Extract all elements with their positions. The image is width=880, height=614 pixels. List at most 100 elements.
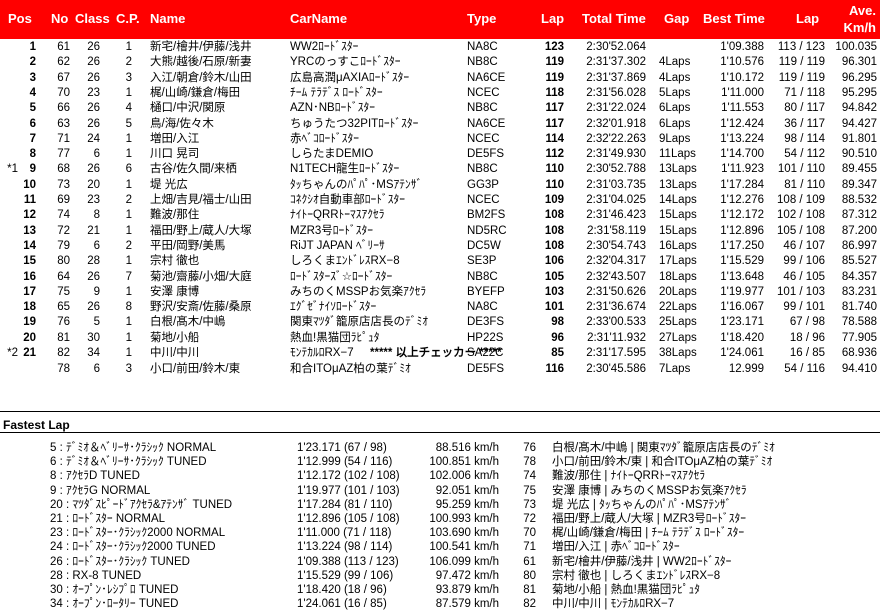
table-row: 4 70 23 1 梶/山崎/鎌倉/梅田 ﾁｰﾑ ﾃﾗﾃﾞｽ ﾛｰﾄﾞｽﾀｰ NCEC 118… [0, 86, 880, 101]
fastest-time: 1'11.000 (71 / 118) [297, 527, 392, 540]
cell-ave: 87.200 [841, 224, 877, 237]
cell-name: 古谷/佐久間/来栖 [150, 163, 237, 176]
fastest-cls: 26 : ﾛｰﾄﾞｽﾀｰ･ｸﾗｼｯｸ TUNED [50, 555, 190, 568]
cell-ave: 94.427 [841, 117, 877, 130]
cell-bl: 36 / 117 [784, 117, 825, 130]
cell-lap: 110 [545, 178, 564, 191]
cell-ave: 96.295 [841, 71, 877, 84]
cell-no: 61 [57, 41, 70, 53]
cell-type: NCEC [467, 194, 500, 206]
fastest-lap-row: 23 : ﾛｰﾄﾞｽﾀｰ･ｸﾗｼｯｸ2000 NORMAL 1'11.000 (7… [0, 526, 880, 540]
cell-cls: 20 [87, 178, 100, 191]
cell-bl: 54 / 112 [784, 148, 825, 161]
cell-gap: 18Laps [659, 270, 697, 283]
cell-lap: 108 [544, 224, 564, 237]
cell-pos: 1 [29, 41, 36, 53]
cell-bl: 119 / 119 [778, 71, 825, 84]
cell-total: 2:31'22.024 [586, 102, 646, 115]
cell-car: ｺﾈｸｼｵ自動車部ﾛｰﾄﾞｽﾀｰ [290, 194, 405, 206]
fastest-time: 1'17.284 (81 / 110) [297, 498, 393, 511]
table-row: 13 72 21 1 福田/野上/蔵人/大塚 MZR3号ﾛｰﾄﾞｽﾀｰ ND5RC 108 2:… [0, 224, 880, 239]
cell-cls: 26 [87, 270, 100, 283]
table-row: 16 64 26 7 菊池/齋藤/小畑/大庭 ﾛｰﾄﾞｽﾀｰｽﾞ☆ﾛｰﾄﾞｽﾀｰ NB8C 1… [0, 270, 880, 285]
cell-bl: 54 / 116 [784, 363, 825, 375]
cell-lap: 112 [545, 148, 564, 161]
cell-ave: 95.295 [841, 86, 877, 99]
cell-car: N1TECH龍生ﾛｰﾄﾞｽﾀｰ [290, 163, 400, 176]
cell-lap: 117 [545, 102, 564, 115]
cell-gap: 13Laps [659, 178, 697, 191]
cell-lap: 109 [544, 194, 564, 206]
cell-type: DE5FS [467, 148, 505, 161]
cell-cp: 6 [125, 163, 132, 176]
cell-gap: 15Laps [659, 209, 697, 222]
cell-total: 2:33'00.533 [586, 316, 646, 329]
cell-pos: 9 [29, 163, 36, 176]
table-row: 8 77 6 1 川口 晃司 しらたまDEMIO DE5FS 112 2:31'49.930 11… [0, 147, 880, 162]
cell-best: 1'14.700 [720, 148, 764, 161]
cell-no: 81 [57, 331, 70, 344]
cell-type: DE3FS [467, 316, 505, 329]
cell-best: 1'10.172 [720, 71, 764, 84]
cell-gap: 4Laps [659, 56, 691, 69]
table-row: 7 71 24 1 増田/入江 赤ﾍﾞｺﾛｰﾄﾞｽﾀｰ NCEC 114 2:32'22.263… [0, 132, 880, 147]
table-row: 6 63 26 5 鳥/海/佐々木 ちゅうたつ32PITﾛｰﾄﾞｽﾀｰ NA6CE 117 2:… [0, 117, 880, 132]
cell-cp: 1 [125, 86, 132, 99]
cell-ave: 91.801 [841, 132, 877, 145]
cell-cp: 3 [125, 71, 132, 84]
cell-total: 2:32'04.317 [586, 255, 646, 268]
cell-pos: 8 [29, 148, 36, 161]
cell-ave: 89.347 [841, 178, 877, 191]
fastest-time: 1'19.977 (101 / 103) [297, 484, 400, 497]
divider [0, 432, 880, 433]
cell-no: 73 [57, 178, 70, 191]
cell-name: 難波/那住 [150, 209, 200, 222]
cell-name: 菊地/小船 [150, 331, 200, 344]
cell-cls: 6 [93, 363, 100, 375]
cell-lap: 96 [551, 331, 564, 344]
cell-total: 2:31'50.626 [586, 285, 646, 298]
checker-line: ***** 以上チェッカー ***** [0, 346, 880, 361]
cell-name: 鳥/海/佐々木 [150, 117, 214, 130]
fastest-who: 堤 光広 | ﾀｯちゃんのﾊﾟﾊﾟ･MSｱﾃﾝｻﾞ [552, 498, 732, 511]
cell-best: 1'17.250 [720, 239, 764, 252]
cell-no: 77 [57, 148, 70, 161]
fastest-no: 70 [523, 527, 536, 540]
cell-bl: 71 / 118 [784, 86, 825, 99]
fastest-who: 梶/山崎/鎌倉/梅田 | ﾁｰﾑ ﾃﾗﾃﾞｽ ﾛｰﾄﾞｽﾀｰ [552, 527, 745, 540]
cell-lap: 119 [545, 56, 564, 69]
cell-no: 69 [57, 194, 70, 206]
cell-car: ﾅｲﾄｰQRRﾄｰﾏｽｱｸｾﾗ [290, 209, 385, 222]
cell-ave: 81.740 [841, 301, 877, 314]
fastest-no: 81 [523, 584, 536, 596]
cell-lap: 119 [545, 71, 564, 84]
cell-lap: 98 [551, 316, 564, 329]
cell-cls: 23 [87, 194, 100, 206]
cell-best: 1'12.896 [720, 224, 764, 237]
fastest-no: 82 [523, 598, 536, 611]
cell-no: 70 [57, 86, 70, 99]
fastest-cls: 8 : ｱｸｾﾗD TUNED [50, 470, 140, 483]
table-row: 78 6 3 小口/前田/鈴木/東 和合ITOμAZ柏の葉ﾃﾞﾐｵ DE5FS 116 2:3… [0, 362, 880, 377]
fastest-lap-row: 28 : RX-8 TUNED 1'15.529 (99 / 106) 97.472… [0, 569, 880, 583]
cell-bl: 99 / 101 [783, 301, 825, 314]
cell-cls: 26 [87, 41, 100, 53]
cell-gap: 20Laps [659, 285, 697, 298]
cell-cp: 7 [125, 270, 132, 283]
cell-car: AZN･NBﾛｰﾄﾞｽﾀｰ [290, 102, 375, 115]
cell-pos: 20 [23, 331, 36, 344]
cell-pos: 3 [29, 71, 36, 84]
cell-pos: 12 [23, 209, 36, 222]
cell-type: GG3P [467, 178, 499, 191]
cell-cls: 6 [93, 239, 100, 252]
cell-car: ﾀｯちゃんのﾊﾟﾊﾟ･MSｱﾃﾝｻﾞ [290, 178, 423, 191]
cell-bl: 119 / 119 [778, 56, 825, 69]
fastest-cls: 28 : RX-8 TUNED [50, 569, 142, 582]
cell-no: 80 [57, 255, 70, 268]
fastest-lap-row: 5 : ﾃﾞﾐｵ＆ﾍﾞﾘｰｻ･ｸﾗｼｯｸ NORMAL 1'23.171 (67 … [0, 441, 880, 455]
fastest-no: 73 [523, 498, 536, 511]
fastest-no: 71 [523, 541, 536, 554]
cell-best: 1'17.284 [720, 178, 764, 191]
col-class: Class [75, 11, 110, 26]
cell-gap: 17Laps [659, 255, 697, 268]
